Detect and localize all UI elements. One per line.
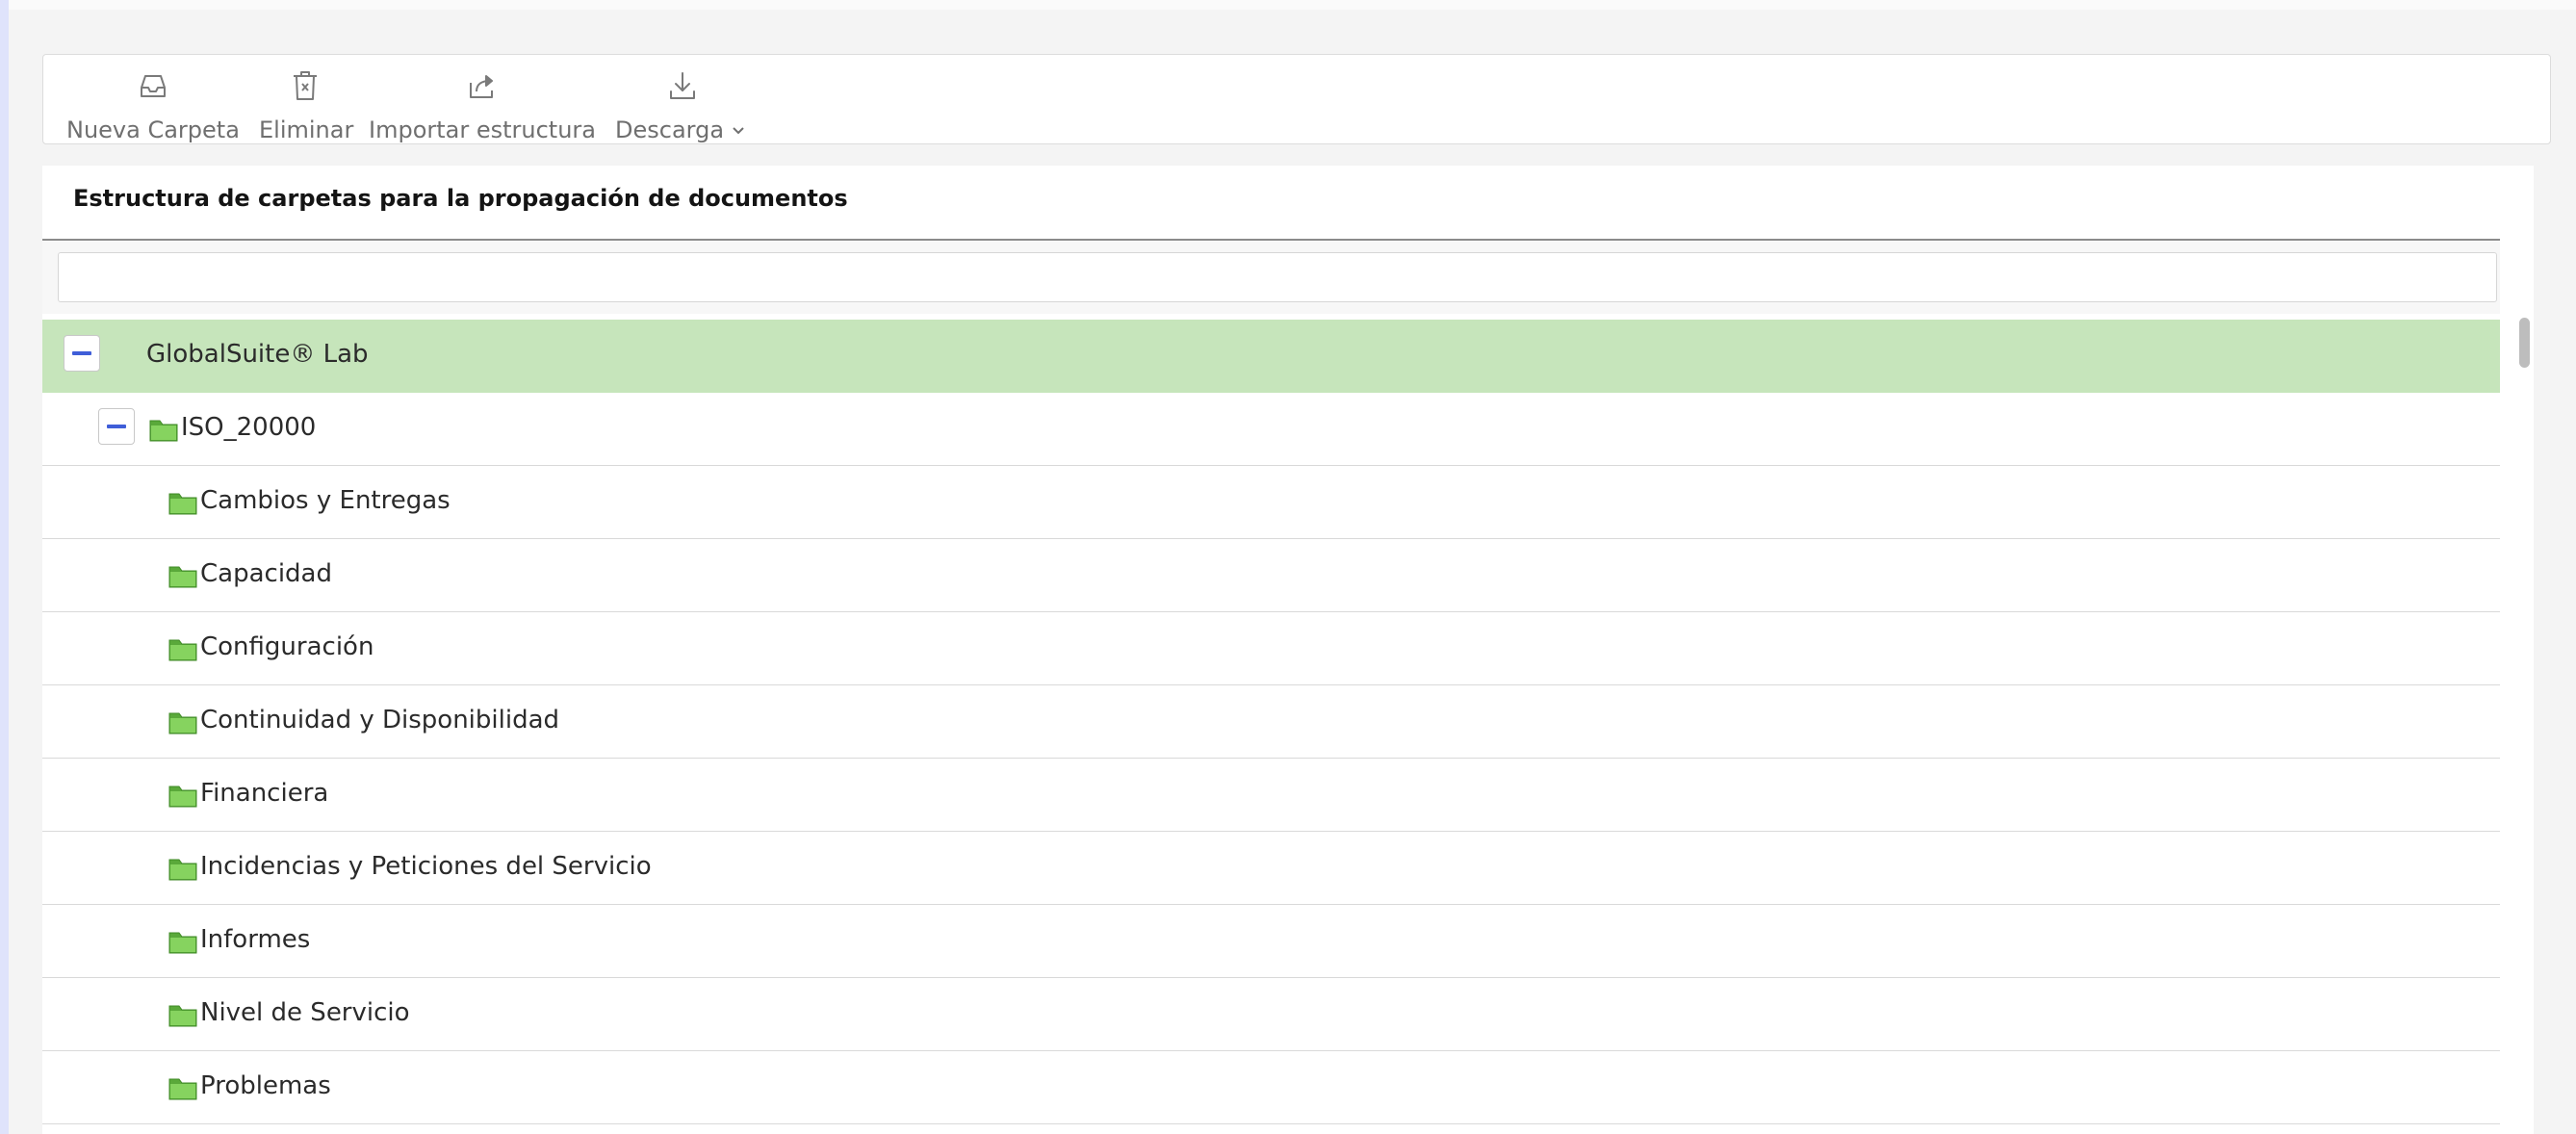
tree-node-label: Capacidad — [200, 559, 332, 588]
new-folder-button[interactable]: Nueva Carpeta — [66, 63, 247, 143]
scrollbar-thumb[interactable] — [2519, 318, 2530, 368]
download-icon — [663, 68, 702, 103]
trash-icon — [286, 68, 324, 103]
tree-node-label: Problemas — [200, 1071, 331, 1100]
import-structure-button[interactable]: Importar estructura — [369, 63, 604, 143]
inbox-tray-icon — [134, 68, 172, 103]
tree-row[interactable]: Financiera — [42, 759, 2500, 832]
tree-node-label: ISO_20000 — [181, 413, 317, 442]
tree-row[interactable]: Informes — [42, 905, 2500, 978]
folder-icon — [168, 712, 197, 735]
top-bar — [9, 0, 2576, 10]
tree-row-root[interactable]: GlobalSuite® Lab — [42, 320, 2500, 393]
new-folder-label: Nueva Carpeta — [66, 116, 240, 143]
folder-icon — [168, 932, 197, 954]
collapse-toggle[interactable] — [98, 408, 135, 445]
folder-icon — [168, 786, 197, 808]
download-label: Descarga — [615, 116, 745, 143]
tree-row[interactable]: Configuración — [42, 612, 2500, 685]
delete-button[interactable]: Eliminar — [259, 63, 355, 143]
tree-row[interactable]: Cambios y Entregas — [42, 466, 2500, 539]
tree-node-label: Cambios y Entregas — [200, 486, 451, 515]
tree-node-label: GlobalSuite® Lab — [146, 340, 369, 369]
folder-icon — [168, 1005, 197, 1027]
folder-icon — [149, 420, 178, 442]
share-arrow-icon — [463, 68, 502, 103]
folder-icon — [168, 493, 197, 515]
tree-row[interactable]: Capacidad — [42, 539, 2500, 612]
collapse-toggle[interactable] — [64, 335, 100, 372]
folder-icon — [168, 566, 197, 588]
tree-node-label: Configuración — [200, 632, 374, 661]
tree-node-label: Financiera — [200, 779, 329, 808]
tree-filter-input[interactable] — [58, 252, 2497, 302]
tree-node-label: Continuidad y Disponibilidad — [200, 706, 560, 735]
tree-row-iso20000[interactable]: ISO_20000 — [42, 393, 2500, 466]
left-accent-bar — [0, 0, 9, 1134]
chevron-down-icon — [732, 127, 744, 135]
download-dropdown-button[interactable]: Descarga — [615, 63, 750, 143]
folder-icon — [168, 859, 197, 881]
tree-node-label: Incidencias y Peticiones del Servicio — [200, 852, 652, 881]
tree-node-label: Nivel de Servicio — [200, 998, 410, 1027]
import-structure-label: Importar estructura — [369, 116, 597, 143]
tree-row[interactable]: Nivel de Servicio — [42, 978, 2500, 1051]
minus-icon — [107, 425, 126, 428]
panel-title: Estructura de carpetas para la propagaci… — [73, 185, 848, 212]
delete-label: Eliminar — [259, 116, 354, 143]
tree-node-label: Informes — [200, 925, 311, 954]
tree-row[interactable]: Problemas — [42, 1051, 2500, 1124]
tree-row[interactable]: Incidencias y Peticiones del Servicio — [42, 832, 2500, 905]
folder-icon — [168, 1078, 197, 1100]
scrollbar-track[interactable] — [2515, 154, 2533, 968]
tree-row[interactable]: Continuidad y Disponibilidad — [42, 685, 2500, 759]
filter-bar — [42, 241, 2500, 314]
folder-tree: GlobalSuite® Lab ISO_20000 Cambios y Ent… — [42, 320, 2500, 1134]
folder-icon — [168, 639, 197, 661]
minus-icon — [72, 351, 91, 355]
folder-structure-panel: Estructura de carpetas para la propagaci… — [42, 166, 2534, 1134]
toolbar: Nueva Carpeta Eliminar Importar estructu… — [42, 54, 2551, 144]
